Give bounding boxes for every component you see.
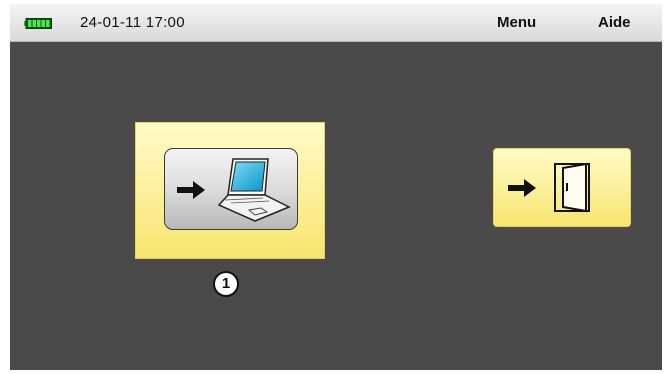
exit-button[interactable] (493, 148, 631, 227)
door-icon (554, 162, 590, 213)
menu-button[interactable]: Menu (497, 14, 536, 31)
laptop-icon (217, 158, 291, 222)
step-number-badge: 1 (213, 271, 239, 297)
datetime: 24-01-11 17:00 (80, 14, 185, 31)
transfer-to-pc-button[interactable] (135, 122, 325, 259)
screen: 24-01-11 17:00 Menu Aide 1 (10, 4, 662, 370)
transfer-panel (164, 148, 298, 230)
help-button[interactable]: Aide (598, 14, 631, 31)
status-bar: 24-01-11 17:00 Menu Aide (10, 4, 662, 42)
battery-icon (24, 18, 52, 29)
